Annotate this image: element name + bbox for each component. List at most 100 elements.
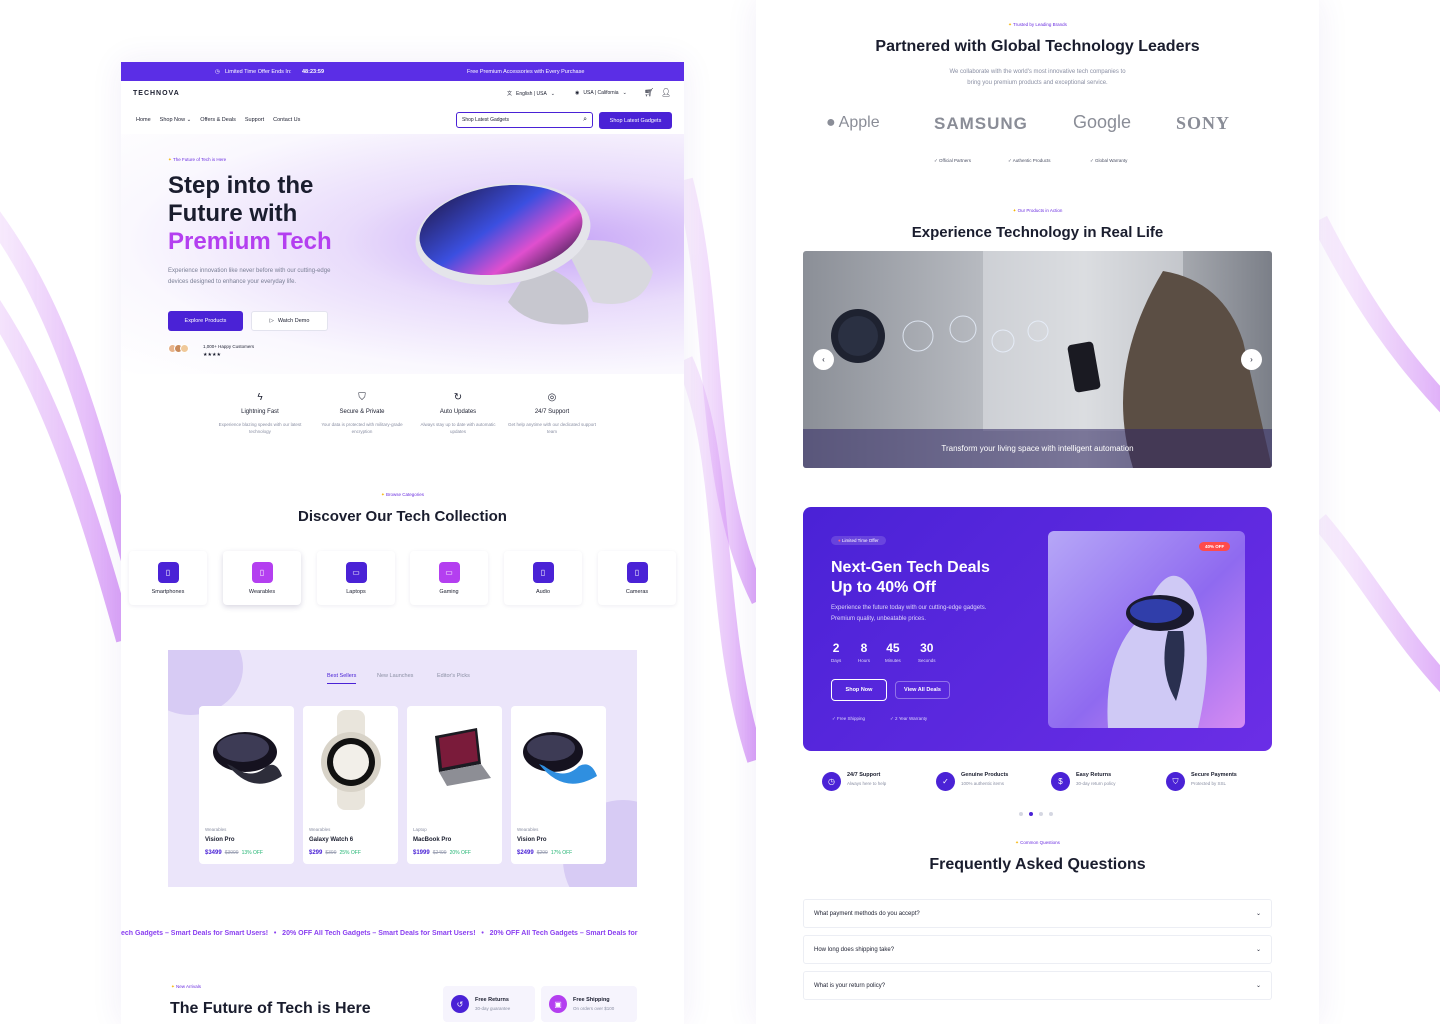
deal-description: Experience the future today with our cut… [831, 605, 987, 622]
watch-icon: ▯ [251, 562, 273, 583]
discount-badge: 40% OFF [1199, 542, 1231, 551]
hero-description: Experience innovation like never before … [168, 268, 331, 285]
product-card[interactable]: Laptop MacBook Pro $1999 $2499 20% OFF [407, 706, 502, 864]
promo-text: Free Premium Accessories with Every Purc… [467, 68, 585, 75]
check-authentic: ✓ Authentic Products [1008, 158, 1051, 163]
perk-free-shipping: ✓ Free Shipping [832, 716, 866, 721]
play-icon: ▷ [269, 318, 274, 324]
dot[interactable] [1049, 812, 1053, 816]
shield-icon: ⛉ [358, 392, 366, 403]
faq-title: Frequently Asked Questions [929, 856, 1146, 873]
explore-products-button[interactable]: Explore Products [168, 311, 243, 331]
carousel-next-button[interactable]: › [1241, 349, 1262, 370]
vr-headset-image [415, 182, 653, 325]
product-card[interactable]: Wearables Galaxy Watch 6 $299 $399 25% OFF [303, 706, 398, 864]
clock-icon: ◷ [822, 772, 841, 791]
category-audio[interactable]: ▯ Audio [504, 551, 582, 605]
apple-icon: ● [826, 114, 836, 131]
product-image [321, 710, 381, 810]
partners-description: We collaborate with the world's most inn… [949, 69, 1126, 86]
category-cameras[interactable]: ▯ Cameras [598, 551, 676, 605]
free-shipping-badge: ▣ Free Shipping On orders over $100 [541, 986, 637, 1022]
chevron-down-icon: ⌄ [622, 90, 627, 96]
nav-support[interactable]: Support [245, 117, 264, 123]
countdown-seconds: 30 Seconds [918, 641, 936, 663]
translate-icon: 文 [507, 91, 513, 97]
region-selector[interactable]: ◉ USA | California ⌄ [575, 90, 627, 96]
headphones-icon: ▯ [532, 562, 554, 583]
offer-label: Limited Time Offer Ends In: [225, 68, 292, 75]
tab-new-launches[interactable]: New Launches [377, 673, 413, 679]
chevron-right-icon: › [1250, 355, 1253, 364]
dot-active[interactable] [1029, 812, 1033, 816]
gamepad-icon: ▭ [438, 562, 460, 583]
language-selector[interactable]: 文 English | USA ⌄ [507, 90, 555, 98]
shop-now-button[interactable]: Shop Now [831, 679, 887, 701]
product-image [213, 732, 282, 784]
search-input[interactable]: Shop Latest Gadgets ⌕ [456, 112, 593, 128]
action-carousel: Transform your living space with intelli… [803, 251, 1272, 468]
refresh-icon: ↻ [453, 392, 463, 403]
watch-demo-button[interactable]: ▷ Watch Demo [251, 311, 328, 331]
main-nav: Home Shop Now ⌄ Offers & Deals Support C… [136, 117, 300, 123]
sony-logo: SONY [1176, 113, 1231, 133]
action-eyebrow: Our Products in Action [756, 208, 1319, 214]
search-icon: ⌕ [583, 116, 587, 123]
nav-contact[interactable]: Contact Us [273, 117, 300, 123]
globe-icon: ◉ [575, 90, 580, 96]
category-smartphones[interactable]: ▯ Smartphones [129, 551, 207, 605]
product-card[interactable]: Wearables Vision Pro $2499 $299 17% OFF [511, 706, 606, 864]
apple-logo: ● Apple [826, 114, 880, 131]
check-official: ✓ Official Partners [934, 158, 971, 163]
nav-offers[interactable]: Offers & Deals [200, 117, 236, 123]
lightning-icon: ϟ [257, 392, 263, 403]
cart-icon[interactable]: 🛒︎ [644, 88, 654, 97]
customer-avatars [168, 344, 189, 353]
tab-editors-picks[interactable]: Editor's Picks [437, 673, 470, 679]
laptop-icon: ▭ [345, 562, 367, 583]
vr-user-image [1107, 575, 1207, 728]
product-card[interactable]: Wearables Vision Pro $3499 $3999 13% OFF [199, 706, 294, 864]
shop-gadgets-button[interactable]: Shop Latest Gadgets [599, 112, 672, 129]
chevron-down-icon: ⌄ [1255, 983, 1261, 989]
right-page: Trusted by Leading Brands Partnered with… [756, 0, 1319, 1024]
nav-home[interactable]: Home [136, 117, 151, 123]
product-image [523, 732, 597, 784]
trust-returns: $ Easy Returns 30-day return policy [1051, 772, 1116, 791]
camera-icon: ▯ [626, 562, 648, 583]
hero-eyebrow: The Future of Tech is Here [168, 157, 226, 163]
category-gaming[interactable]: ▭ Gaming [410, 551, 488, 605]
tab-best-sellers[interactable]: Best Sellers [327, 673, 357, 684]
faq-item[interactable]: How long does shipping take? ⌄ [803, 935, 1272, 964]
categories-title: Discover Our Tech Collection [298, 508, 507, 525]
promo-topbar: ◷ Limited Time Offer Ends In: 48:23:59 F… [121, 62, 684, 81]
google-logo: Google [1073, 112, 1132, 132]
free-returns-badge: ↺ Free Returns 30-day guarantee [443, 986, 535, 1022]
carousel-prev-button[interactable]: ‹ [813, 349, 834, 370]
view-all-deals-button[interactable]: View All Deals [895, 681, 950, 699]
nav-shop-now[interactable]: Shop Now ⌄ [160, 117, 192, 123]
faq-item[interactable]: What is your return policy? ⌄ [803, 971, 1272, 1000]
faq-item[interactable]: What payment methods do you accept? ⌄ [803, 899, 1272, 928]
carousel-caption: Transform your living space with intelli… [941, 444, 1134, 453]
smartphone-icon: ▯ [157, 562, 179, 583]
hero-title: Step into the Future with Premium Tech [168, 172, 332, 255]
arrivals-title: The Future of Tech is Here [170, 1000, 371, 1017]
user-icon[interactable]: 👤︎ [661, 88, 671, 97]
offer-timer: 48:23:59 [302, 68, 325, 75]
category-wearables[interactable]: ▯ Wearables [223, 551, 301, 605]
box-icon: ▣ [549, 995, 567, 1013]
check-warranty: ✓ Global Warranty [1090, 158, 1128, 163]
countdown-days: 2 Days [831, 641, 842, 663]
categories-eyebrow: Browse Categories [121, 492, 684, 498]
dot[interactable] [1019, 812, 1023, 816]
dot[interactable] [1039, 812, 1043, 816]
feature-lightning-fast: ϟ Lightning Fast Experience blazing spee… [215, 392, 305, 435]
customer-count: 1,000+ Happy Customers [203, 344, 255, 349]
trust-genuine: ✓ Genuine Products 100% authentic items [936, 772, 1008, 791]
category-laptops[interactable]: ▭ Laptops [317, 551, 395, 605]
chevron-down-icon: ⌄ [1255, 911, 1261, 917]
countdown-hours: 8 Hours [858, 641, 871, 663]
chevron-left-icon: ‹ [822, 355, 825, 364]
brand-logo[interactable]: TECHNOVA [133, 90, 180, 97]
